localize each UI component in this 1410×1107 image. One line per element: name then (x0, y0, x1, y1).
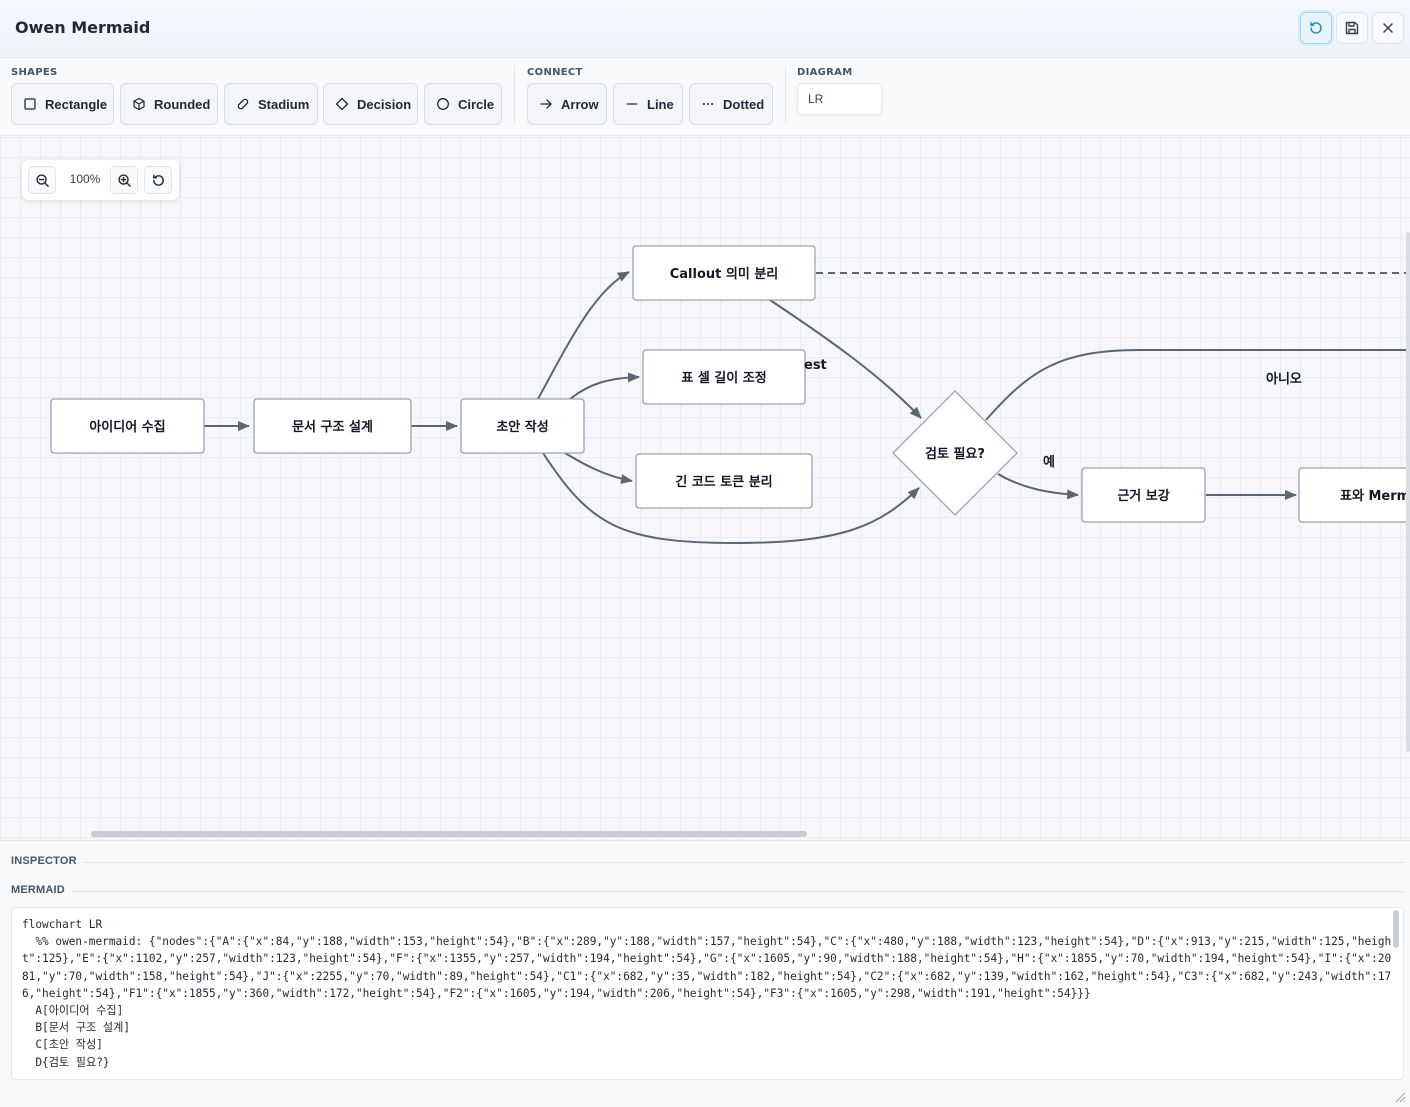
shape-circle-button[interactable]: Circle (424, 83, 502, 125)
connect-line-button[interactable]: Line (613, 83, 683, 125)
shape-stadium-label: Stadium (258, 96, 310, 112)
connect-group-label: CONNECT (527, 67, 583, 78)
node-c1-label: Callout 의미 분리 (670, 266, 779, 282)
node-c-label: 초안 작성 (496, 419, 548, 435)
edge-d-e[interactable] (997, 473, 1079, 500)
node-c1[interactable]: Callout 의미 분리 (632, 245, 816, 301)
node-c2-label: 표 셀 길이 조정 (681, 370, 766, 386)
node-c2[interactable]: 표 셀 길이 조정 (642, 349, 806, 405)
toolbar-divider (514, 66, 515, 124)
flowchart-diagram: 아이디어 수집 문서 구조 설계 초안 작성 Callout 의미 분리 표 셀… (50, 245, 1410, 545)
dots-icon (703, 103, 713, 105)
node-c3-label: 긴 코드 토큰 분리 (675, 474, 772, 490)
node-c3[interactable]: 긴 코드 토큰 분리 (635, 453, 813, 509)
edge-c-c3[interactable] (564, 452, 633, 484)
node-c[interactable]: 초안 작성 (460, 398, 585, 454)
toolbar-divider (785, 66, 786, 124)
node-a-label: 아이디어 수집 (89, 419, 165, 435)
shape-rounded-button[interactable]: Rounded (120, 83, 218, 125)
square-icon (24, 98, 36, 110)
node-b[interactable]: 문서 구조 설계 (253, 398, 412, 454)
shape-circle-label: Circle (458, 96, 495, 112)
node-f[interactable]: 표와 Merm (1298, 467, 1410, 523)
save-icon (1345, 21, 1359, 35)
zoom-level: 100% (69, 172, 101, 186)
edge-label-no: 아니오 (1266, 371, 1302, 387)
node-a[interactable]: 아이디어 수집 (50, 398, 205, 454)
zoom-out-icon (35, 173, 49, 187)
mermaid-section-label: MERMAID (11, 884, 65, 896)
connect-arrow-button[interactable]: Arrow (527, 83, 607, 125)
cube-icon (133, 97, 145, 111)
resize-grip-icon[interactable] (1394, 1091, 1406, 1103)
close-icon (1383, 23, 1393, 33)
node-e-label: 근거 보강 (1117, 488, 1169, 504)
save-button[interactable] (1336, 12, 1368, 44)
shape-stadium-button[interactable]: Stadium (224, 83, 318, 125)
pill-icon (237, 98, 249, 110)
diamond-icon (335, 97, 349, 111)
zoom-controls: 100% (22, 160, 179, 200)
edge-c-c2[interactable] (569, 372, 640, 400)
shape-rounded-label: Rounded (154, 96, 211, 112)
mermaid-divider (72, 891, 1404, 892)
direction-input[interactable] (797, 83, 882, 115)
edge-label-yes: 예 (1043, 454, 1055, 470)
zoom-in-button[interactable] (110, 166, 138, 194)
node-b-label: 문서 구조 설계 (292, 420, 373, 435)
zoom-out-button[interactable] (28, 166, 56, 194)
diagram-canvas[interactable]: 아이디어 수집 문서 구조 설계 초안 작성 Callout 의미 분리 표 셀… (0, 137, 1410, 840)
shape-decision-button[interactable]: Decision (323, 83, 418, 125)
shapes-group-label: SHAPES (11, 67, 58, 78)
connect-line-label: Line (647, 96, 674, 112)
node-d-label: 검토 필요? (925, 447, 985, 462)
connect-dotted-button[interactable]: Dotted (689, 83, 773, 125)
close-button[interactable] (1372, 12, 1404, 44)
zoom-reset-button[interactable] (144, 166, 172, 194)
refresh-button[interactable] (1300, 12, 1332, 44)
circle-icon (437, 98, 449, 110)
app-header: Owen Mermaid (0, 0, 1410, 58)
shape-rectangle-button[interactable]: Rectangle (11, 83, 114, 125)
code-scrollbar[interactable] (1393, 910, 1399, 948)
toolbar: SHAPES CONNECT DIAGRAM Rectangle Rounded… (0, 58, 1410, 136)
vertical-scrollbar[interactable] (1406, 232, 1410, 752)
horizontal-scrollbar[interactable] (91, 831, 807, 837)
node-e[interactable]: 근거 보강 (1081, 467, 1206, 523)
connect-dotted-label: Dotted (723, 96, 765, 112)
inspector-section-label: INSPECTOR (11, 855, 77, 867)
app-title: Owen Mermaid (15, 18, 151, 37)
reset-icon (152, 174, 164, 186)
shape-decision-label: Decision (357, 96, 412, 112)
zoom-in-icon (117, 173, 131, 187)
diagram-group-label: DIAGRAM (797, 67, 853, 78)
refresh-icon (1310, 21, 1322, 34)
line-icon (626, 103, 638, 105)
connect-arrow-label: Arrow (561, 96, 599, 112)
inspector-divider (84, 862, 1404, 863)
mermaid-code-editor[interactable]: flowchart LR %% owen-mermaid: {"nodes":{… (11, 907, 1404, 1080)
edge-d-no[interactable] (985, 349, 1410, 421)
shape-rectangle-label: Rectangle (45, 96, 108, 112)
node-f-label: 표와 Merm (1340, 488, 1410, 504)
edge-label-partial: est (804, 358, 827, 373)
arrow-right-icon (540, 99, 552, 109)
